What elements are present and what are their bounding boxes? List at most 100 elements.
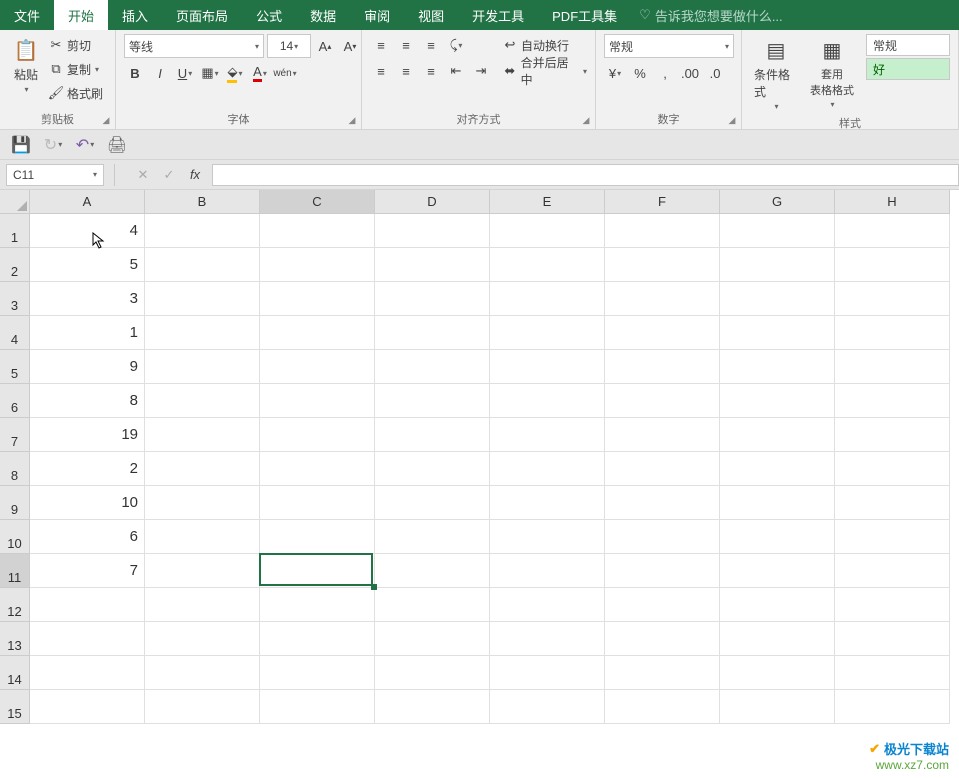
row-header-15[interactable]: 15 — [0, 690, 30, 724]
cell-E1[interactable] — [490, 214, 605, 248]
cell-E5[interactable] — [490, 350, 605, 384]
cell-H4[interactable] — [835, 316, 950, 350]
cell-E12[interactable] — [490, 588, 605, 622]
cell-E4[interactable] — [490, 316, 605, 350]
cell-A11[interactable]: 7 — [30, 554, 145, 588]
cell-G5[interactable] — [720, 350, 835, 384]
cells-area[interactable]: 4531981921067 — [30, 214, 950, 724]
col-header-E[interactable]: E — [490, 190, 605, 214]
cell-C14[interactable] — [260, 656, 375, 690]
cell-H9[interactable] — [835, 486, 950, 520]
cell-F1[interactable] — [605, 214, 720, 248]
conditional-format-button[interactable]: ▤ 条件格式▾ — [750, 34, 802, 113]
cell-C15[interactable] — [260, 690, 375, 724]
cell-E9[interactable] — [490, 486, 605, 520]
cell-B12[interactable] — [145, 588, 260, 622]
cell-G11[interactable] — [720, 554, 835, 588]
cell-E2[interactable] — [490, 248, 605, 282]
row-header-5[interactable]: 5 — [0, 350, 30, 384]
cell-F9[interactable] — [605, 486, 720, 520]
increase-font-button[interactable]: A▴ — [314, 35, 336, 57]
cell-D11[interactable] — [375, 554, 490, 588]
cell-F15[interactable] — [605, 690, 720, 724]
cell-C9[interactable] — [260, 486, 375, 520]
percent-button[interactable]: % — [629, 62, 651, 84]
cell-B2[interactable] — [145, 248, 260, 282]
font-size-combo[interactable]: 14▾ — [267, 34, 311, 58]
cell-E7[interactable] — [490, 418, 605, 452]
cell-H12[interactable] — [835, 588, 950, 622]
cell-A5[interactable]: 9 — [30, 350, 145, 384]
cell-B4[interactable] — [145, 316, 260, 350]
row-header-9[interactable]: 9 — [0, 486, 30, 520]
undo-button[interactable]: ↶▾ — [76, 136, 94, 154]
cell-B9[interactable] — [145, 486, 260, 520]
cell-B5[interactable] — [145, 350, 260, 384]
cell-G13[interactable] — [720, 622, 835, 656]
cell-D2[interactable] — [375, 248, 490, 282]
cell-C7[interactable] — [260, 418, 375, 452]
cell-G9[interactable] — [720, 486, 835, 520]
tab-review[interactable]: 审阅 — [350, 0, 404, 30]
cell-F14[interactable] — [605, 656, 720, 690]
cell-A4[interactable]: 1 — [30, 316, 145, 350]
cell-C3[interactable] — [260, 282, 375, 316]
align-left-button[interactable]: ≡ — [370, 60, 392, 82]
cell-A9[interactable]: 10 — [30, 486, 145, 520]
col-header-B[interactable]: B — [145, 190, 260, 214]
cell-F7[interactable] — [605, 418, 720, 452]
cell-D7[interactable] — [375, 418, 490, 452]
cell-H3[interactable] — [835, 282, 950, 316]
align-top-button[interactable]: ≡ — [370, 34, 392, 56]
name-box[interactable]: C11▾ — [6, 164, 104, 186]
tab-dev[interactable]: 开发工具 — [458, 0, 538, 30]
cell-G4[interactable] — [720, 316, 835, 350]
font-launcher[interactable]: ◢ — [345, 113, 359, 127]
enter-formula-button[interactable]: ✓ — [156, 164, 182, 186]
cell-F6[interactable] — [605, 384, 720, 418]
cell-F4[interactable] — [605, 316, 720, 350]
cell-B10[interactable] — [145, 520, 260, 554]
row-header-2[interactable]: 2 — [0, 248, 30, 282]
cell-C6[interactable] — [260, 384, 375, 418]
cell-G2[interactable] — [720, 248, 835, 282]
border-button[interactable]: ▦▾ — [199, 62, 221, 84]
cell-C5[interactable] — [260, 350, 375, 384]
row-header-11[interactable]: 11 — [0, 554, 30, 588]
row-header-12[interactable]: 12 — [0, 588, 30, 622]
fill-color-button[interactable]: ⬙▾ — [224, 62, 246, 84]
cell-C12[interactable] — [260, 588, 375, 622]
cell-A12[interactable] — [30, 588, 145, 622]
cell-D8[interactable] — [375, 452, 490, 486]
cell-A1[interactable]: 4 — [30, 214, 145, 248]
col-header-H[interactable]: H — [835, 190, 950, 214]
cell-F5[interactable] — [605, 350, 720, 384]
cell-G6[interactable] — [720, 384, 835, 418]
cut-button[interactable]: ✂剪切 — [48, 34, 103, 56]
cell-B8[interactable] — [145, 452, 260, 486]
cell-F3[interactable] — [605, 282, 720, 316]
col-header-C[interactable]: C — [260, 190, 375, 214]
cell-A15[interactable] — [30, 690, 145, 724]
row-header-3[interactable]: 3 — [0, 282, 30, 316]
cell-B15[interactable] — [145, 690, 260, 724]
cell-H5[interactable] — [835, 350, 950, 384]
cell-H1[interactable] — [835, 214, 950, 248]
formula-input[interactable] — [212, 164, 959, 186]
merge-center-button[interactable]: ⬌合并后居中▾ — [502, 60, 587, 82]
cell-D1[interactable] — [375, 214, 490, 248]
increase-decimal-button[interactable]: .00 — [679, 62, 701, 84]
cell-C13[interactable] — [260, 622, 375, 656]
tab-home[interactable]: 开始 — [54, 0, 108, 30]
cell-F2[interactable] — [605, 248, 720, 282]
cell-A6[interactable]: 8 — [30, 384, 145, 418]
tab-insert[interactable]: 插入 — [108, 0, 162, 30]
comma-button[interactable]: , — [654, 62, 676, 84]
cell-G10[interactable] — [720, 520, 835, 554]
fill-handle[interactable] — [371, 584, 377, 590]
cell-B6[interactable] — [145, 384, 260, 418]
col-header-F[interactable]: F — [605, 190, 720, 214]
fx-button[interactable]: fx — [182, 164, 208, 186]
cell-H10[interactable] — [835, 520, 950, 554]
cell-H11[interactable] — [835, 554, 950, 588]
